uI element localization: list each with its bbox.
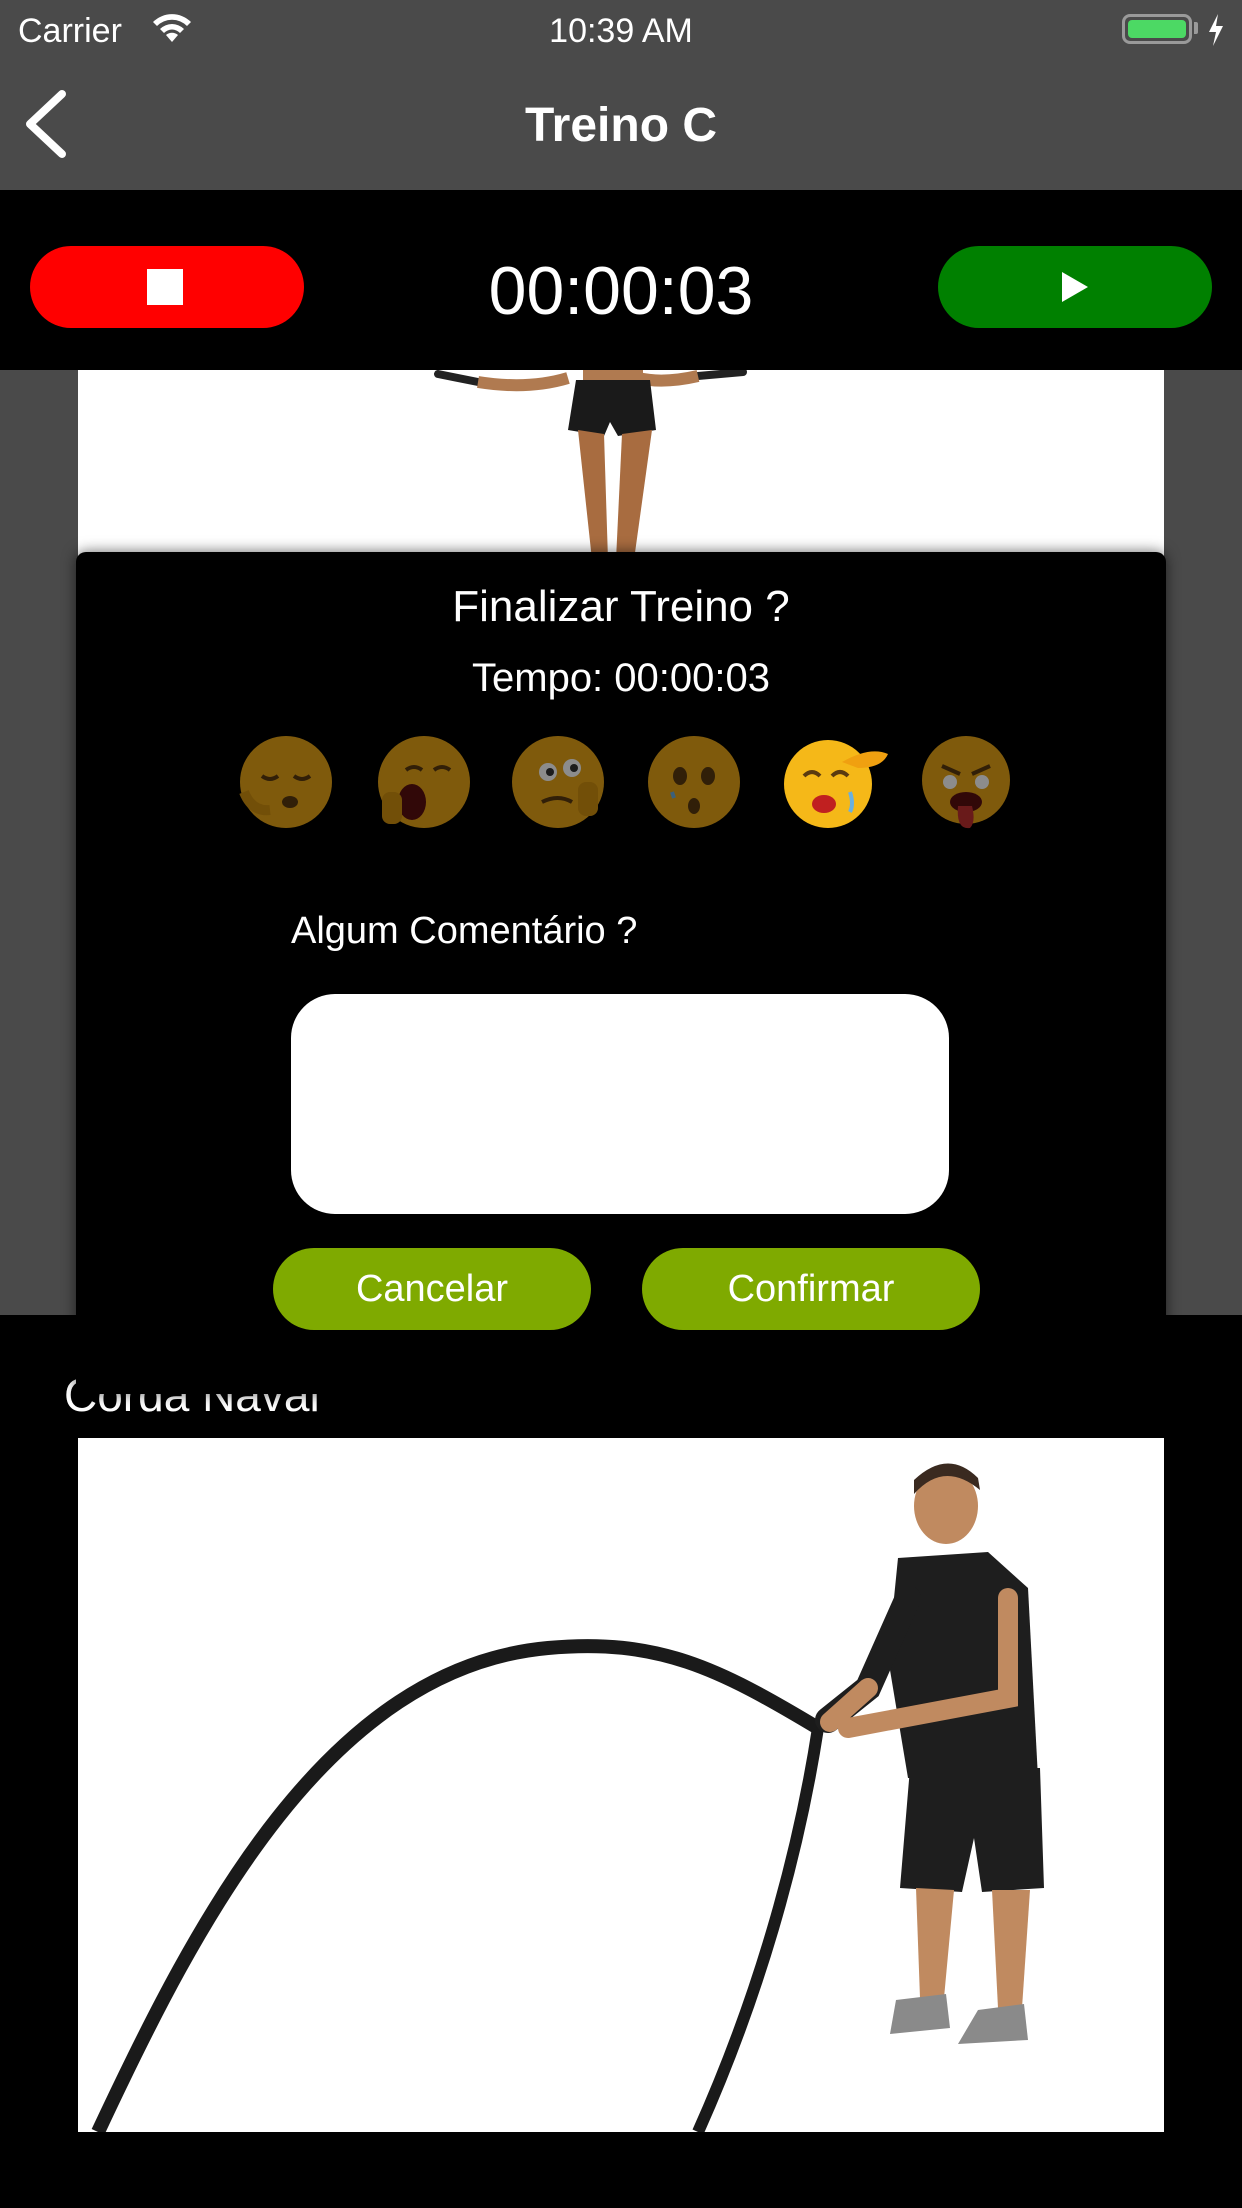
charging-bolt-icon	[1206, 12, 1226, 53]
worried-face-icon[interactable]	[644, 732, 744, 832]
sleeping-face-icon[interactable]	[236, 732, 336, 832]
sweating-face-icon[interactable]	[508, 732, 608, 832]
battery-icon	[1122, 14, 1192, 44]
finish-workout-dialog: Finalizar Treino ? Tempo: 00:00:03 Algum…	[76, 552, 1166, 1394]
crying-face-icon[interactable]	[780, 732, 888, 832]
comment-input[interactable]	[291, 994, 949, 1214]
comment-label: Algum Comentário ?	[291, 910, 638, 952]
workout-timer-bar: 00:00:03	[0, 190, 1242, 370]
effort-rating-row	[236, 732, 1016, 842]
play-button[interactable]	[938, 246, 1212, 328]
dialog-elapsed-time: Tempo: 00:00:03	[472, 656, 770, 700]
battery-tip	[1194, 22, 1198, 34]
exercise-image-battle-rope	[78, 1438, 1164, 2132]
play-icon	[1062, 272, 1088, 302]
dialog-title: Finalizar Treino ?	[452, 582, 790, 631]
navigation-bar: Treino C	[0, 62, 1242, 190]
yawning-face-icon[interactable]	[372, 732, 472, 832]
status-bar: Carrier 10:39 AM	[0, 0, 1242, 62]
exhausted-face-icon[interactable]	[916, 732, 1016, 832]
cancel-button[interactable]: Cancelar	[273, 1248, 591, 1330]
exercise-image-jump-rope	[78, 370, 1164, 560]
page-title: Treino C	[524, 99, 718, 152]
status-time: 10:39 AM	[549, 12, 693, 50]
confirm-button[interactable]: Confirmar	[642, 1248, 980, 1330]
